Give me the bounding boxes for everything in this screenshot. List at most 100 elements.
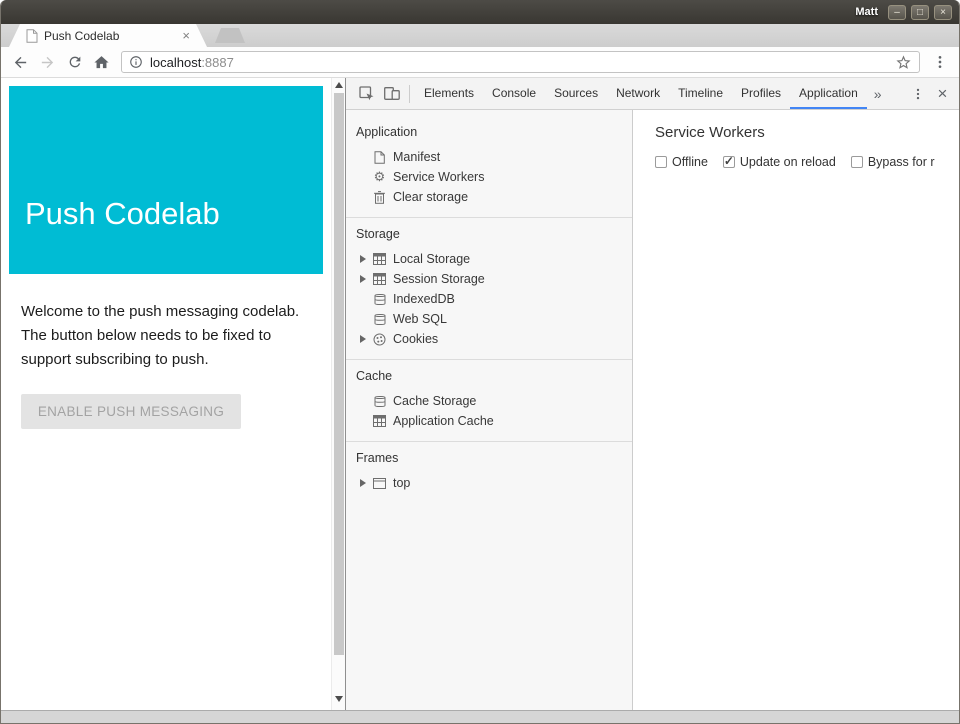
devtools-tab-console[interactable]: Console	[483, 78, 545, 109]
sidebar-item-label: Service Workers	[393, 170, 484, 184]
section-title-cache: Cache	[346, 364, 632, 391]
sidebar-section-frames: Frames top	[346, 442, 632, 503]
page-hero: Push Codelab	[9, 86, 323, 274]
section-title-frames: Frames	[346, 446, 632, 473]
sidebar-item-local-storage[interactable]: Local Storage	[346, 249, 632, 269]
devtools-tab-application[interactable]: Application	[790, 78, 867, 109]
checkbox-label: Update on reload	[740, 155, 836, 169]
sidebar-section-cache: Cache Cache Storage	[346, 360, 632, 442]
sidebar-item-application-cache[interactable]: Application Cache	[346, 411, 632, 431]
window-user-label: Matt	[855, 6, 878, 18]
trash-icon	[371, 191, 388, 204]
sidebar-item-label: Application Cache	[393, 414, 494, 428]
bypass-for-network-checkbox[interactable]: Bypass for r	[851, 155, 935, 169]
address-bar[interactable]: localhost:8887	[121, 51, 920, 73]
home-button[interactable]	[88, 49, 115, 75]
new-tab-button[interactable]	[215, 28, 245, 43]
sidebar-item-label: Session Storage	[393, 272, 485, 286]
sidebar-item-clear-storage[interactable]: Clear storage	[346, 187, 632, 207]
page-info-icon[interactable]	[129, 55, 143, 69]
chevron-double-right-icon[interactable]: »	[867, 86, 889, 102]
table-icon	[371, 415, 388, 427]
window-titlebar: Matt – □ ×	[1, 0, 959, 24]
device-toolbar-icon[interactable]	[379, 81, 404, 106]
devtools-tab-profiles[interactable]: Profiles	[732, 78, 790, 109]
expand-triangle-icon[interactable]	[360, 335, 371, 343]
toolbar-separator	[409, 85, 410, 103]
pane-title: Service Workers	[655, 124, 943, 141]
devtools-panel: Elements Console Sources Network Timelin…	[345, 78, 959, 710]
section-title-application: Application	[346, 120, 632, 147]
devtools-tab-sources[interactable]: Sources	[545, 78, 607, 109]
sidebar-item-service-workers[interactable]: ⚙ Service Workers	[346, 167, 632, 187]
scroll-down-icon[interactable]	[335, 696, 343, 702]
bookmark-star-icon[interactable]	[895, 54, 912, 71]
service-workers-pane: Service Workers Offline Update on reload	[633, 110, 959, 710]
offline-checkbox[interactable]: Offline	[655, 155, 708, 169]
page-title: Push Codelab	[25, 196, 220, 232]
sidebar-item-label: Cache Storage	[393, 394, 476, 408]
scrollbar-thumb[interactable]	[334, 93, 344, 655]
database-icon	[371, 395, 388, 408]
tab-close-icon[interactable]: ×	[182, 29, 190, 42]
update-on-reload-checkbox[interactable]: Update on reload	[723, 155, 836, 169]
devtools-tab-network[interactable]: Network	[607, 78, 669, 109]
page-scrollbar[interactable]	[331, 78, 345, 710]
url-port: :8887	[201, 55, 234, 70]
browser-tab[interactable]: Push Codelab ×	[9, 24, 207, 47]
minimize-button[interactable]: –	[888, 5, 906, 20]
scroll-up-icon[interactable]	[335, 82, 343, 88]
sidebar-section-storage: Storage Local Storage	[346, 218, 632, 360]
database-icon	[371, 293, 388, 306]
sidebar-item-label: Local Storage	[393, 252, 470, 266]
checkbox-box[interactable]	[723, 156, 735, 168]
devtools-toolbar: Elements Console Sources Network Timelin…	[346, 78, 959, 110]
checkbox-box[interactable]	[655, 156, 667, 168]
section-title-storage: Storage	[346, 222, 632, 249]
checkbox-label: Offline	[672, 155, 708, 169]
maximize-button[interactable]: □	[911, 5, 929, 20]
expand-triangle-icon[interactable]	[360, 255, 371, 263]
url-text: localhost:8887	[150, 55, 895, 70]
sidebar-item-manifest[interactable]: Manifest	[346, 147, 632, 167]
url-host: localhost	[150, 55, 201, 70]
expand-triangle-icon[interactable]	[360, 275, 371, 283]
page-viewport: Push Codelab Welcome to the push messagi…	[1, 78, 331, 710]
close-button[interactable]: ×	[934, 5, 952, 20]
sidebar-item-cache-storage[interactable]: Cache Storage	[346, 391, 632, 411]
tab-strip: Push Codelab ×	[1, 24, 959, 47]
kebab-menu-icon[interactable]	[905, 81, 930, 106]
back-button[interactable]	[7, 49, 34, 75]
browser-toolbar: localhost:8887	[1, 47, 959, 78]
sidebar-item-label: top	[393, 476, 410, 490]
expand-triangle-icon[interactable]	[360, 479, 371, 487]
enable-push-button[interactable]: ENABLE PUSH MESSAGING	[21, 394, 241, 429]
application-sidebar: Application Manifest ⚙ Service Workers	[346, 110, 633, 710]
sidebar-item-cookies[interactable]: Cookies	[346, 329, 632, 349]
service-workers-options: Offline Update on reload Bypass for r	[655, 155, 943, 169]
sidebar-section-application: Application Manifest ⚙ Service Workers	[346, 116, 632, 218]
devtools-tab-timeline[interactable]: Timeline	[669, 78, 732, 109]
frame-icon	[371, 478, 388, 489]
sidebar-item-top-frame[interactable]: top	[346, 473, 632, 493]
sidebar-item-session-storage[interactable]: Session Storage	[346, 269, 632, 289]
devtools-close-icon[interactable]: ×	[930, 81, 955, 106]
sidebar-item-label: Manifest	[393, 150, 440, 164]
table-icon	[371, 273, 388, 285]
forward-button[interactable]	[34, 49, 61, 75]
sidebar-item-indexeddb[interactable]: IndexedDB	[346, 289, 632, 309]
checkbox-box[interactable]	[851, 156, 863, 168]
browser-menu-icon[interactable]	[926, 49, 953, 75]
sidebar-item-web-sql[interactable]: Web SQL	[346, 309, 632, 329]
reload-button[interactable]	[61, 49, 88, 75]
sidebar-item-label: Cookies	[393, 332, 438, 346]
window-bottom-edge	[1, 710, 959, 724]
tab-title: Push Codelab	[44, 29, 182, 43]
inspect-element-icon[interactable]	[354, 81, 379, 106]
devtools-tab-elements[interactable]: Elements	[415, 78, 483, 109]
document-icon	[371, 151, 388, 164]
window-content: Push Codelab Welcome to the push messagi…	[1, 78, 959, 710]
gear-icon: ⚙	[371, 170, 388, 184]
devtools-body: Application Manifest ⚙ Service Workers	[346, 110, 959, 710]
checkbox-label: Bypass for r	[868, 155, 935, 169]
